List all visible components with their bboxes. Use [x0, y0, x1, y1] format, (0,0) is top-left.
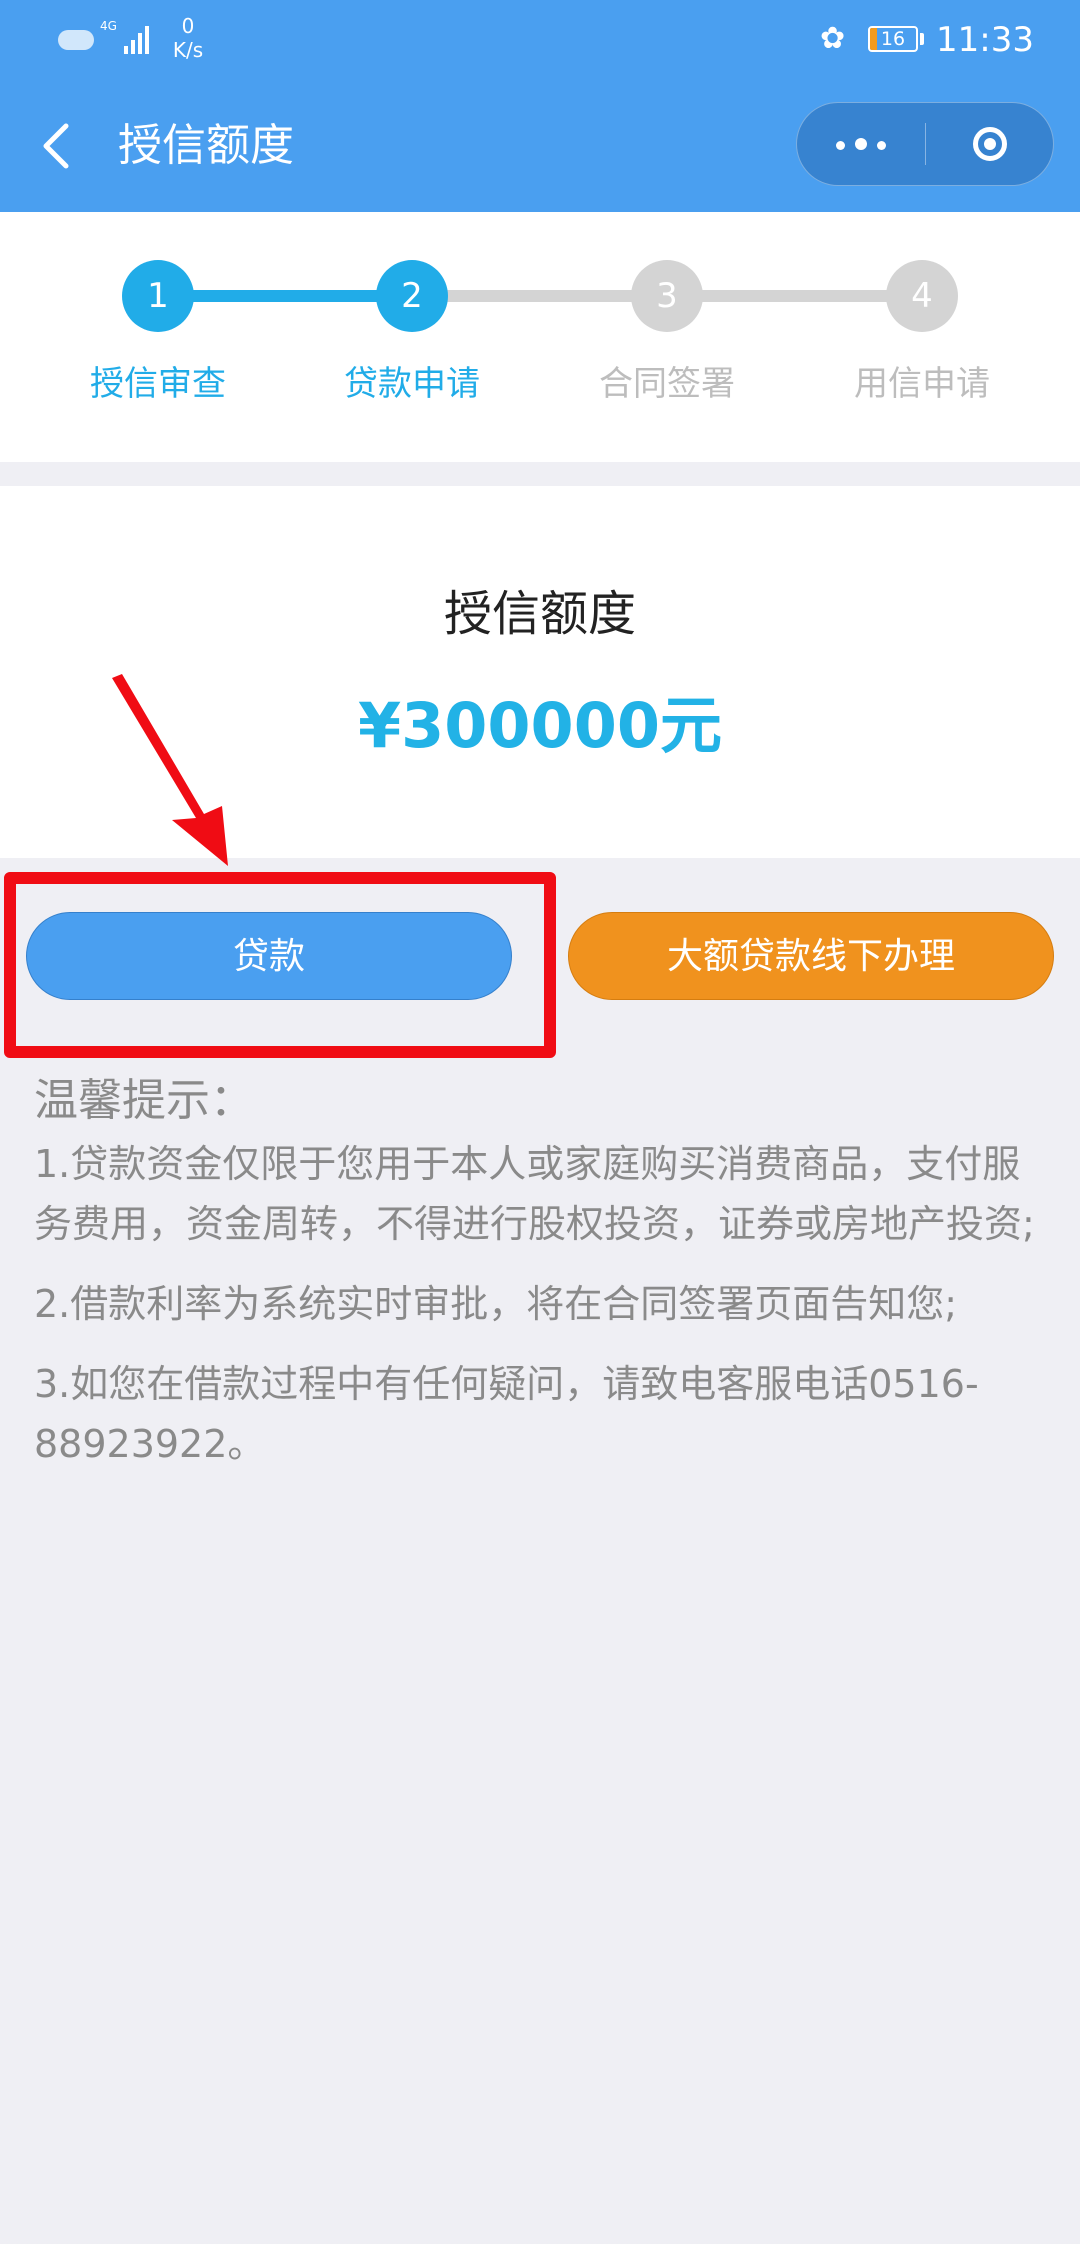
loan-button[interactable]: 贷款 [26, 912, 512, 1000]
step-4-label: 用信申请 [854, 364, 990, 404]
battery-percent: 16 [880, 28, 906, 50]
battery-cap [920, 33, 924, 45]
battery-icon: 16 [868, 26, 918, 52]
chevron-left-icon [43, 123, 69, 169]
offline-large-loan-button[interactable]: 大额贷款线下办理 [568, 912, 1054, 1000]
tip-item-3: 3.如您在借款过程中有任何疑问，请致电客服电话0516-88923922。 [34, 1362, 979, 1466]
step-1-label: 授信审查 [90, 364, 226, 404]
miniprogram-capsule [796, 102, 1054, 186]
step-connector-1-2 [158, 290, 412, 302]
network-speed: 0 K/s [166, 14, 210, 62]
step-2-label: 贷款申请 [344, 364, 480, 404]
credit-limit-amount: ¥300000元 [358, 689, 722, 762]
back-button[interactable] [30, 116, 90, 176]
status-time: 11:33 [936, 20, 1034, 60]
credit-limit-title: 授信额度 [443, 586, 636, 642]
page-title: 授信额度 [118, 120, 294, 171]
network-type-label: 4G [100, 19, 117, 33]
signal-strength-icon: 4G [100, 19, 149, 54]
more-button[interactable] [797, 103, 925, 185]
close-miniprogram-button[interactable] [927, 103, 1053, 185]
tips-section: 温馨提示： 1.贷款资金仅限于您用于本人或家庭购买消费商品，支付服务费用，资金周… [34, 1070, 1054, 1494]
step-connector-2-3 [412, 290, 668, 302]
capsule-divider [925, 123, 926, 165]
step-connector-3-4 [668, 290, 922, 302]
tip-item-2: 2.借款利率为系统实时审批，将在合同签署页面告知您; [34, 1282, 958, 1326]
progress-steps: 1 2 3 4 授信审查 贷款申请 合同签署 用信申请 [0, 212, 1080, 462]
tips-title: 温馨提示： [34, 1075, 254, 1126]
more-dots-icon [831, 135, 891, 154]
network-speed-value: 0 [181, 14, 195, 38]
notification-icon: ✿ [820, 21, 846, 56]
network-speed-unit: K/s [172, 38, 204, 62]
target-circle-icon [973, 127, 1007, 161]
step-2-circle: 2 [376, 260, 448, 332]
step-1-circle: 1 [122, 260, 194, 332]
credit-limit-card: 授信额度 ¥300000元 [0, 486, 1080, 858]
app-header: 4G 0 K/s ✿ 16 11:33 授信额度 [0, 0, 1080, 212]
status-bar: 4G 0 K/s ✿ 16 11:33 [0, 0, 1080, 80]
step-4-circle: 4 [886, 260, 958, 332]
step-3-label: 合同签署 [599, 364, 735, 404]
hd-voice-icon [58, 30, 94, 50]
step-3-circle: 3 [631, 260, 703, 332]
tip-item-1: 1.贷款资金仅限于您用于本人或家庭购买消费商品，支付服务费用，资金周转，不得进行… [34, 1142, 1035, 1246]
